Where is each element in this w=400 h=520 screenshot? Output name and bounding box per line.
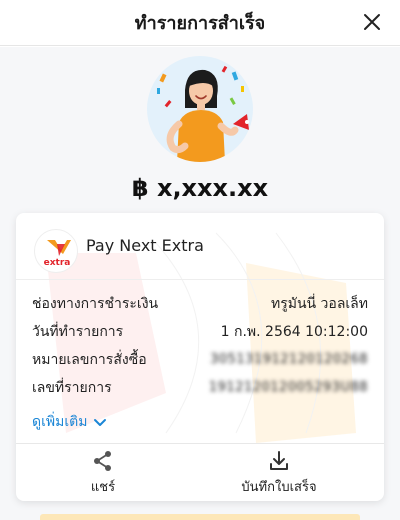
celebration-illustration	[147, 56, 253, 162]
next-card-edge	[40, 514, 360, 520]
amount-text: ฿ x,xxx.xx	[131, 174, 269, 202]
merchant-name: Pay Next Extra	[86, 236, 204, 255]
reference-number-value: 191212012005293U88	[208, 380, 368, 395]
save-receipt-button[interactable]: บันทึกใบเสร็จ	[224, 449, 334, 497]
transaction-date-label: วันที่ทำรายการ	[32, 324, 124, 340]
page-title: ทำรายการสำเร็จ	[134, 13, 266, 34]
payment-method-value: ทรูมันนี่ วอลเล็ท	[270, 296, 368, 312]
reference-number-row: เลขที่รายการ 191212012005293U88	[32, 377, 368, 399]
payment-method-row: ช่องทางการชำระเงิน ทรูมันนี่ วอลเล็ท	[32, 293, 368, 315]
order-number-row: หมายเลขการสั่งซื้อ 305131912120120268	[32, 349, 368, 371]
svg-text:extra: extra	[44, 258, 71, 268]
order-number-label: หมายเลขการสั่งซื้อ	[32, 352, 147, 368]
share-label: แชร์	[90, 479, 116, 495]
actions-divider	[16, 443, 384, 444]
top-bar: ทำรายการสำเร็จ	[0, 0, 400, 46]
save-receipt-label: บันทึกใบเสร็จ	[241, 479, 317, 495]
order-number-value: 305131912120120268	[210, 352, 368, 367]
close-icon	[364, 14, 380, 30]
receipt-card: extra Pay Next Extra ช่องทางการชำระเงิน …	[16, 213, 384, 501]
transaction-date-value: 1 ก.พ. 2564 10:12:00	[220, 324, 368, 340]
see-more-link[interactable]: ดูเพิ่มเติม	[32, 411, 107, 433]
share-button[interactable]: แชร์	[68, 449, 138, 497]
download-icon	[270, 450, 288, 470]
close-button[interactable]	[360, 10, 384, 34]
see-more-label: ดูเพิ่มเติม	[32, 414, 88, 430]
payment-method-label: ช่องทางการชำระเงิน	[32, 296, 159, 312]
card-divider	[16, 279, 384, 280]
share-icon	[94, 450, 111, 471]
chevron-down-icon	[94, 419, 107, 426]
transaction-date-row: วันที่ทำรายการ 1 ก.พ. 2564 10:12:00	[32, 321, 368, 343]
pay-next-extra-logo: extra	[34, 229, 78, 273]
reference-number-label: เลขที่รายการ	[32, 380, 112, 396]
